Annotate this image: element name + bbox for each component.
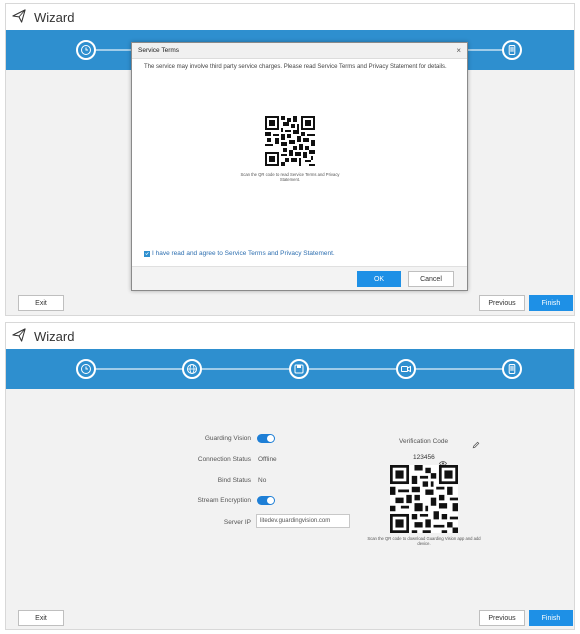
finish-button[interactable]: Finish (529, 610, 573, 626)
connection-status-label: Connection Status (197, 456, 251, 463)
camera-icon (401, 365, 411, 373)
wizard-panel-service-terms: Wizard Service Terms × The service may i… (5, 3, 575, 316)
exit-button[interactable]: Exit (18, 295, 64, 311)
guarding-vision-toggle[interactable] (257, 434, 275, 443)
phone-icon (508, 45, 516, 55)
agree-checkbox[interactable] (144, 250, 150, 257)
app-qr-caption: Scan the QR code to download Guarding Vi… (367, 536, 481, 546)
stream-encryption-toggle[interactable] (257, 496, 275, 505)
wizard-title: Wizard (34, 328, 75, 344)
server-ip-label: Server IP (223, 519, 251, 526)
wizard-titlebar: Wizard (6, 4, 574, 30)
step-clock[interactable] (76, 40, 96, 60)
paper-plane-icon (12, 9, 28, 25)
dialog-footer: OK Cancel (132, 266, 467, 290)
check-icon (145, 252, 149, 256)
stream-encryption-label: Stream Encryption (197, 497, 251, 504)
wizard-title: Wizard (34, 9, 75, 25)
ok-button[interactable]: OK (357, 271, 401, 287)
cancel-button[interactable]: Cancel (408, 271, 454, 287)
phone-icon (508, 364, 516, 374)
step-network[interactable] (182, 359, 202, 379)
clock-icon (81, 45, 91, 55)
disk-icon (294, 364, 304, 374)
dialog-title: Service Terms (138, 47, 180, 54)
step-clock[interactable] (76, 359, 96, 379)
guarding-vision-qr-code (390, 465, 458, 533)
previous-button[interactable]: Previous (479, 610, 525, 626)
clock-icon (81, 364, 91, 374)
paper-plane-icon (12, 328, 28, 344)
exit-button[interactable]: Exit (18, 610, 64, 626)
step-storage[interactable] (289, 359, 309, 379)
service-terms-qr-code (265, 116, 315, 166)
bind-status-label: Bind Status (217, 477, 251, 484)
verification-code-label: Verification Code (399, 438, 449, 445)
verification-code-value: 123456 (413, 454, 435, 461)
server-ip-input[interactable]: litedev.guardingvision.com (256, 514, 350, 528)
finish-button[interactable]: Finish (529, 295, 573, 311)
globe-icon (187, 364, 197, 374)
step-camera[interactable] (396, 359, 416, 379)
qr-caption: Scan the QR code to read Service Terms a… (240, 172, 340, 182)
close-icon[interactable]: × (456, 46, 461, 55)
bind-status-value: No (258, 477, 267, 484)
edit-icon[interactable] (472, 436, 480, 454)
wizard-panel-guarding-vision: Wizard Guarding Vision Connection Status… (5, 322, 575, 630)
step-phone[interactable] (502, 40, 522, 60)
agree-checkbox-row[interactable]: I have read and agree to Service Terms a… (144, 250, 335, 257)
agree-label: I have read and agree to Service Terms a… (152, 250, 335, 257)
wizard-titlebar: Wizard (6, 323, 574, 349)
step-bar (6, 349, 574, 389)
step-phone[interactable] (502, 359, 522, 379)
service-terms-dialog: Service Terms × The service may involve … (131, 42, 468, 291)
dialog-header: Service Terms (132, 43, 467, 59)
connection-status-value: Offline (258, 456, 277, 463)
dialog-message: The service may involve third party serv… (144, 64, 447, 70)
guarding-vision-label: Guarding Vision (204, 435, 251, 442)
previous-button[interactable]: Previous (479, 295, 525, 311)
